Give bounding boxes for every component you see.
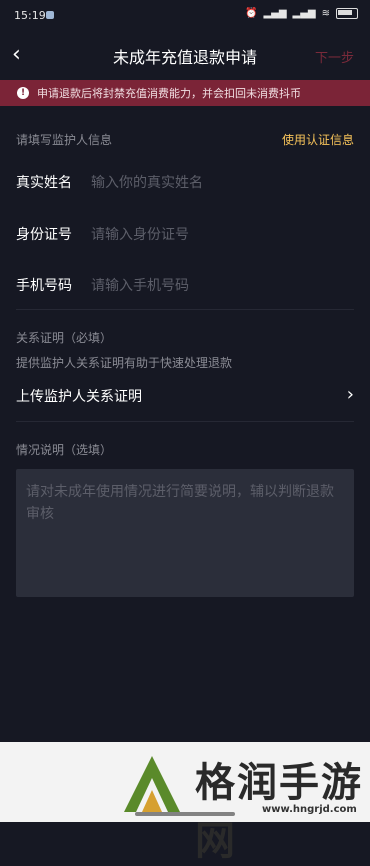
- wifi-icon: ≋: [321, 8, 330, 19]
- divider: [16, 421, 354, 422]
- upload-relationship-proof[interactable]: 上传监护人关系证明 ›: [16, 384, 354, 410]
- signal-icon-2: ▂▄▆: [292, 8, 316, 19]
- upload-label: 上传监护人关系证明: [16, 389, 142, 405]
- guardian-section-label: 请填写监护人信息: [16, 133, 113, 147]
- phone-input[interactable]: 请输入手机号码: [91, 275, 189, 295]
- status-bar: 15:19 ⏰ ▂▄▆ ▂▄▆ ≋: [0, 0, 370, 34]
- notification-icon: [46, 11, 54, 19]
- watermark-url: www.hngrjd.com: [262, 804, 357, 815]
- nav-bar: ‹ 未成年充值退款申请 下一步: [0, 34, 370, 78]
- warning-text: 申请退款后将封禁充值消费能力，并会扣回未消费抖币: [37, 87, 301, 100]
- situation-textarea[interactable]: 请对未成年使用情况进行简要说明，辅以判断退款审核: [16, 469, 354, 597]
- chevron-right-icon: ›: [346, 384, 354, 405]
- real-name-field[interactable]: 真实姓名 输入你的真实姓名: [16, 172, 354, 196]
- relationship-hint: 提供监护人关系证明有助于快速处理退款: [16, 356, 233, 370]
- relationship-title: 关系证明（必填）: [16, 331, 113, 345]
- next-step-button[interactable]: 下一步: [315, 47, 354, 66]
- warning-banner: ! 申请退款后将封禁充值消费能力，并会扣回未消费抖币: [0, 80, 370, 106]
- real-name-input[interactable]: 输入你的真实姓名: [91, 172, 203, 192]
- situation-title: 情况说明（选填）: [16, 443, 113, 457]
- status-icons: ⏰ ▂▄▆ ▂▄▆ ≋: [245, 8, 358, 19]
- phone-field[interactable]: 手机号码 请输入手机号码: [16, 275, 354, 299]
- phone-label: 手机号码: [16, 278, 72, 294]
- alarm-icon: ⏰: [245, 8, 258, 19]
- id-number-field[interactable]: 身份证号 请输入身份证号: [16, 224, 354, 248]
- id-number-input[interactable]: 请输入身份证号: [91, 224, 189, 244]
- watermark-footer: 格润手游网 www.hngrjd.com: [0, 742, 370, 864]
- use-cert-info-link[interactable]: 使用认证信息: [282, 131, 354, 148]
- signal-icon: ▂▄▆: [263, 8, 287, 19]
- real-name-label: 真实姓名: [16, 175, 72, 191]
- id-number-label: 身份证号: [16, 227, 72, 243]
- watermark-logo-icon: [124, 756, 180, 812]
- home-indicator: [135, 812, 235, 816]
- battery-icon: [336, 8, 358, 19]
- alert-icon: !: [17, 87, 29, 99]
- status-time: 15:19: [14, 9, 46, 22]
- situation-placeholder: 请对未成年使用情况进行简要说明，辅以判断退款审核: [26, 484, 334, 522]
- divider: [16, 309, 354, 310]
